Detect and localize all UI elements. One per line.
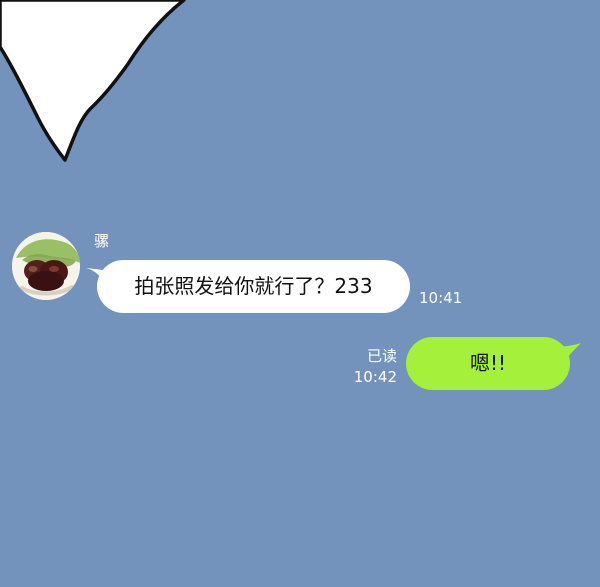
outgoing-bubble-tail bbox=[551, 343, 581, 361]
incoming-message-bubble[interactable]: 拍张照发给你就行了？233 bbox=[97, 260, 410, 313]
comic-panel-fragment bbox=[0, 0, 186, 162]
outgoing-message-bubble[interactable]: 嗯!! bbox=[406, 337, 570, 390]
read-receipt: 已读 bbox=[366, 347, 397, 365]
incoming-message-time: 10:41 bbox=[419, 289, 463, 307]
food-avatar-icon bbox=[12, 232, 80, 300]
avatar[interactable] bbox=[12, 232, 80, 300]
outgoing-message-text: 嗯!! bbox=[469, 351, 507, 375]
incoming-message-text: 拍张照发给你就行了？233 bbox=[134, 274, 373, 298]
sender-name: 骡 bbox=[94, 232, 110, 250]
outgoing-message-time: 10:42 bbox=[353, 368, 397, 386]
